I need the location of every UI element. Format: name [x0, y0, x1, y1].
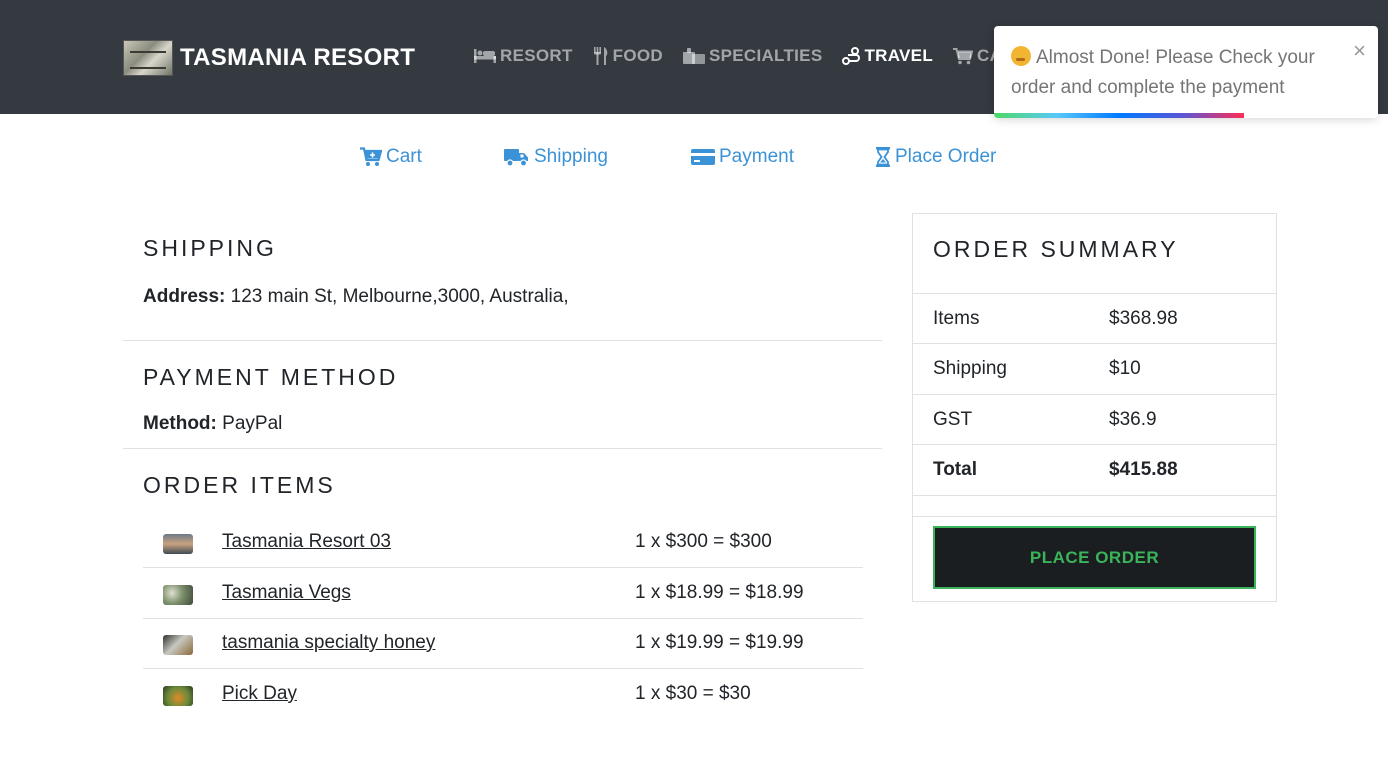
- divider: [123, 340, 882, 341]
- step-place-order[interactable]: Place Order: [875, 146, 996, 168]
- party-face-icon: [1011, 46, 1031, 66]
- summary-label: GST: [933, 409, 973, 430]
- summary-row-items: Items $368.98: [913, 293, 1276, 344]
- product-link[interactable]: Pick Day: [222, 683, 297, 705]
- list-item: Tasmania Vegs 1 x $18.99 = $18.99: [143, 569, 863, 619]
- list-item: Pick Day 1 x $30 = $30: [143, 670, 863, 720]
- product-price: 1 x $18.99 = $18.99: [635, 582, 804, 603]
- summary-row-shipping: Shipping $10: [913, 343, 1276, 394]
- product-image[interactable]: [163, 585, 193, 605]
- nav-menu: RESORT FOOD SPECIALTIES TRAVEL CAR: [474, 46, 1035, 66]
- product-image[interactable]: [163, 635, 193, 655]
- credit-card-icon: [691, 148, 715, 166]
- summary-value: $10: [1109, 358, 1141, 379]
- summary-value: $415.88: [1109, 459, 1178, 480]
- summary-value: $36.9: [1109, 409, 1157, 430]
- truck-icon: [504, 147, 530, 167]
- step-label: Shipping: [534, 146, 608, 167]
- summary-row-gst: GST $36.9: [913, 394, 1276, 445]
- product-price: 1 x $300 = $300: [635, 531, 772, 552]
- order-summary-card: ORDER SUMMARY Items $368.98 Shipping $10…: [912, 213, 1277, 602]
- hourglass-icon: [875, 147, 891, 167]
- address-label: Address:: [143, 286, 226, 307]
- toast-content: Almost Done! Please Check your order and…: [1011, 43, 1341, 103]
- shipping-title: SHIPPING: [143, 235, 277, 261]
- product-link[interactable]: tasmania specialty honey: [222, 632, 435, 654]
- notification-toast: Almost Done! Please Check your order and…: [994, 26, 1378, 118]
- toast-progress-bar: [994, 113, 1244, 118]
- cart-icon: [360, 147, 382, 167]
- product-image[interactable]: [163, 686, 193, 706]
- gift-icon: [682, 48, 705, 64]
- step-payment[interactable]: Payment: [691, 146, 794, 168]
- order-summary-title: ORDER SUMMARY: [933, 236, 1179, 262]
- product-link[interactable]: Tasmania Resort 03: [222, 531, 391, 553]
- summary-value: $368.98: [1109, 308, 1178, 329]
- product-price: 1 x $19.99 = $19.99: [635, 632, 804, 653]
- order-items-title: ORDER ITEMS: [143, 472, 336, 498]
- route-icon: [842, 47, 861, 65]
- summary-row-total: Total $415.88: [913, 444, 1276, 495]
- nav-item-travel[interactable]: TRAVEL: [842, 46, 933, 66]
- list-item: Tasmania Resort 03 1 x $300 = $300: [143, 518, 863, 568]
- nav-item-label: SPECIALTIES: [708, 46, 823, 65]
- divider: [913, 516, 1276, 517]
- bed-icon: [474, 49, 496, 63]
- resort-logo: [123, 40, 173, 76]
- payment-method: Method: PayPal: [143, 413, 282, 435]
- toast-message: Almost Done! Please Check your order and…: [1011, 47, 1315, 98]
- brand-name: TASMANIA RESORT: [180, 44, 416, 71]
- close-icon[interactable]: ×: [1353, 40, 1366, 62]
- step-shipping[interactable]: Shipping: [504, 146, 608, 168]
- method-label: Method:: [143, 413, 217, 434]
- list-item: tasmania specialty honey 1 x $19.99 = $1…: [143, 619, 863, 669]
- summary-label: Total: [933, 459, 977, 480]
- nav-item-food[interactable]: FOOD: [593, 46, 663, 66]
- brand[interactable]: TASMANIA RESORT: [123, 40, 415, 76]
- nav-item-label: FOOD: [612, 46, 663, 65]
- summary-row-spacer: [913, 495, 1276, 516]
- utensils-icon: [593, 47, 609, 65]
- product-link[interactable]: Tasmania Vegs: [222, 582, 351, 604]
- summary-label: Shipping: [933, 358, 1007, 379]
- summary-label: Items: [933, 308, 980, 329]
- nav-item-label: TRAVEL: [864, 46, 934, 65]
- step-label: Payment: [719, 146, 794, 167]
- nav-item-label: RESORT: [500, 46, 573, 65]
- nav-item-resort[interactable]: RESORT: [474, 46, 573, 66]
- place-order-button[interactable]: PLACE ORDER: [933, 526, 1256, 589]
- shipping-address: Address: 123 main St, Melbourne,3000, Au…: [143, 286, 569, 308]
- step-label: Place Order: [895, 146, 997, 167]
- payment-method-title: PAYMENT METHOD: [143, 364, 399, 390]
- step-cart[interactable]: Cart: [360, 146, 422, 168]
- cart-icon: [953, 47, 974, 65]
- address-value: 123 main St, Melbourne,3000, Australia,: [230, 286, 569, 307]
- product-image[interactable]: [163, 534, 193, 554]
- nav-item-specialties[interactable]: SPECIALTIES: [682, 46, 823, 66]
- step-label: Cart: [386, 146, 422, 167]
- product-price: 1 x $30 = $30: [635, 683, 751, 704]
- checkout-steps: Cart Shipping Payment Place Order: [360, 146, 1060, 174]
- divider: [123, 448, 882, 449]
- method-value: PayPal: [222, 413, 283, 434]
